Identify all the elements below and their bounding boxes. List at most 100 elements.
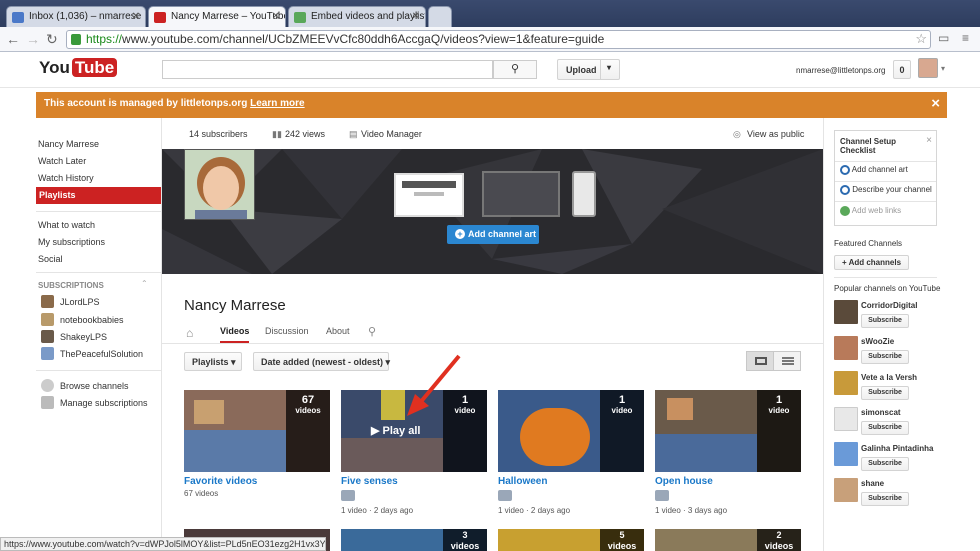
chevron-down-icon[interactable]: ▾	[941, 64, 945, 73]
tab-videos[interactable]: Videos	[220, 326, 250, 343]
sidebar-item-social[interactable]: Social	[38, 254, 63, 264]
video-count-overlay: 2 videos	[757, 529, 801, 551]
channel-thumbnail[interactable]	[834, 442, 858, 466]
subscribe-button[interactable]: Subscribe	[861, 421, 909, 435]
checklist-item-describe[interactable]: Describe your channel	[840, 185, 932, 195]
close-tab-icon[interactable]: ✕	[132, 11, 140, 22]
subscription-item[interactable]: ThePeacefulSolution	[41, 347, 143, 360]
channel-thumbnail[interactable]	[834, 371, 858, 395]
sidebar-item-what-to-watch[interactable]: What to watch	[38, 220, 95, 230]
popular-channel-name[interactable]: CorridorDigital	[861, 301, 917, 310]
address-bar[interactable]: https://www.youtube.com/channel/UCbZMEEV…	[66, 30, 931, 49]
playlist-title[interactable]: Five senses	[341, 476, 398, 487]
sidebar-item-channel[interactable]: Nancy Marrese	[38, 139, 99, 149]
playlist-card[interactable]: 2 videos	[655, 529, 801, 551]
grid-view-button[interactable]	[746, 351, 774, 371]
browser-tab-youtube[interactable]: Nancy Marrese – YouTube ✕	[148, 6, 286, 28]
playlist-card[interactable]: 3 videos	[341, 529, 487, 551]
learn-more-link[interactable]: Learn more	[250, 98, 304, 109]
sidebar-item-my-subscriptions[interactable]: My subscriptions	[38, 237, 105, 247]
view-count: 242 views	[285, 129, 326, 139]
subscriptions-heading: SUBSCRIPTIONS	[38, 281, 104, 290]
forward-arrow-icon[interactable]: →	[26, 31, 40, 47]
subscribe-button[interactable]: Subscribe	[861, 386, 909, 400]
playlist-card[interactable]: 1 video	[655, 390, 801, 472]
menu-icon[interactable]: ≡	[962, 31, 969, 45]
browse-channels-item[interactable]: Browse channels	[41, 379, 129, 392]
count-label: video	[611, 406, 633, 415]
browser-tab-embed[interactable]: Embed videos and playlist ✕	[288, 6, 426, 28]
channel-avatar[interactable]	[184, 149, 255, 220]
subscribe-button[interactable]: Subscribe	[861, 492, 909, 506]
popular-channel-name[interactable]: sWooZie	[861, 337, 894, 346]
back-arrow-icon[interactable]: ←	[6, 31, 20, 47]
notifications-count[interactable]: 0	[893, 60, 911, 79]
logo-tube: Tube	[71, 58, 118, 77]
search-icon[interactable]: ⚲	[368, 325, 376, 338]
popular-channel-name[interactable]: Galinha Pintadinha	[861, 444, 933, 453]
count-label: video	[768, 406, 790, 415]
tab-discussion[interactable]: Discussion	[265, 326, 309, 336]
sidebar-item-playlists[interactable]: Playlists	[36, 187, 161, 204]
playlist-card[interactable]: 5 videos	[498, 529, 644, 551]
home-icon[interactable]: ⌂	[186, 326, 193, 340]
new-tab-button[interactable]	[428, 6, 452, 28]
popular-channel-name[interactable]: Vete a la Versh	[861, 373, 917, 382]
sidebar-item-watch-later[interactable]: Watch Later	[38, 156, 86, 166]
checklist-item-add-art[interactable]: Add channel art	[840, 165, 908, 175]
bookmark-star-icon[interactable]: ☆	[915, 31, 927, 47]
account-email: nmarrese@littletonps.org	[796, 66, 886, 75]
playlist-card[interactable]: 1 video	[498, 390, 644, 472]
subscription-item[interactable]: ShakeyLPS	[41, 330, 107, 343]
document-icon: ▤	[349, 129, 358, 139]
channel-art	[162, 149, 823, 274]
close-icon[interactable]: ×	[931, 95, 940, 112]
youtube-logo[interactable]: You Tube	[39, 58, 118, 78]
video-count-overlay: 5 videos	[600, 529, 644, 551]
sidebar-item-watch-history[interactable]: Watch History	[38, 173, 94, 183]
playlist-title[interactable]: Favorite videos	[184, 476, 257, 487]
search-button[interactable]: ⚲	[493, 60, 537, 79]
tab-about[interactable]: About	[326, 326, 350, 336]
count-number: 67	[301, 394, 315, 406]
subscribe-button[interactable]: Subscribe	[861, 457, 909, 471]
close-tab-icon[interactable]: ✕	[272, 11, 280, 22]
cast-icon[interactable]: ▭	[938, 31, 949, 45]
collapse-icon[interactable]: ⌃	[141, 279, 148, 288]
sort-dropdown[interactable]: Date added (newest - oldest) ▾	[253, 352, 390, 371]
channel-thumbnail[interactable]	[834, 478, 858, 502]
subscribe-button[interactable]: Subscribe	[861, 350, 909, 364]
channel-thumbnail	[41, 313, 54, 326]
browser-tab-inbox[interactable]: Inbox (1,036) – nmarrese ✕	[6, 6, 146, 28]
popular-channel-name[interactable]: shane	[861, 479, 884, 488]
channel-setup-checklist: Channel Setup Checklist × Add channel ar…	[834, 130, 937, 226]
playlist-card[interactable]: 67 videos	[184, 390, 330, 472]
subscription-item[interactable]: JLordLPS	[41, 295, 100, 308]
list-view-button[interactable]	[773, 351, 801, 371]
upload-button[interactable]: Upload ▾	[557, 59, 620, 80]
playlist-title[interactable]: Open house	[655, 476, 713, 487]
channel-thumbnail[interactable]	[834, 300, 858, 324]
search-input[interactable]	[162, 60, 493, 79]
view-as-public-link[interactable]: View as public	[747, 129, 804, 139]
add-channels-button[interactable]: + Add channels	[834, 255, 909, 270]
channel-name: Nancy Marrese	[184, 297, 286, 314]
close-icon[interactable]: ×	[926, 135, 932, 146]
playlists-filter-dropdown[interactable]: Playlists ▾	[184, 352, 242, 371]
video-count-overlay: 1 video	[600, 390, 644, 472]
channel-thumbnail[interactable]	[834, 407, 858, 431]
divider	[36, 211, 161, 212]
reload-icon[interactable]: ↻	[46, 31, 58, 48]
popular-channel-name[interactable]: simonscat	[861, 408, 901, 417]
subscription-item[interactable]: notebookbabies	[41, 313, 124, 326]
playlist-title[interactable]: Halloween	[498, 476, 547, 487]
channel-thumbnail[interactable]	[834, 336, 858, 360]
play-all-overlay[interactable]: ▶ Play all	[371, 424, 420, 437]
chevron-down-icon: ▾	[607, 63, 612, 72]
video-manager-link[interactable]: Video Manager	[361, 129, 422, 139]
manage-subscriptions-item[interactable]: Manage subscriptions	[41, 396, 148, 409]
subscribe-button[interactable]: Subscribe	[861, 314, 909, 328]
add-channel-art-button[interactable]: + Add channel art	[447, 225, 539, 244]
avatar[interactable]	[918, 58, 938, 78]
close-tab-icon[interactable]: ✕	[412, 11, 420, 22]
